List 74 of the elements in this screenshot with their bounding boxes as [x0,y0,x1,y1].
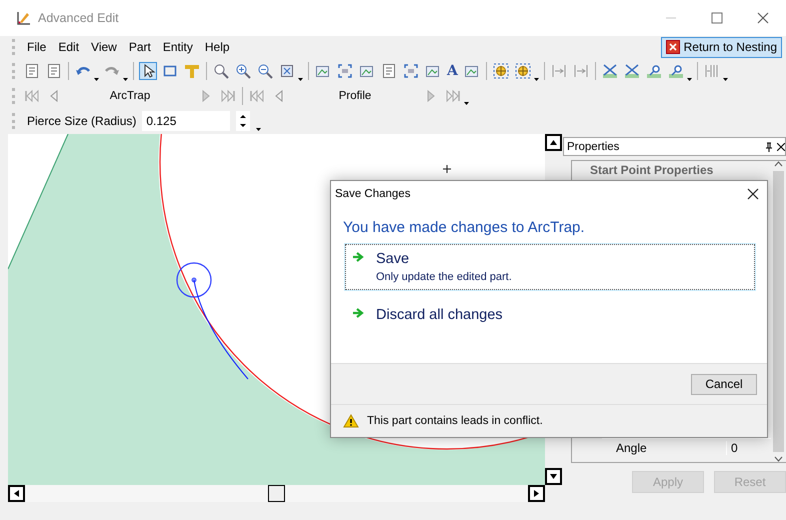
cancel-button[interactable]: Cancel [691,374,757,394]
zoom-window-icon[interactable] [213,63,229,79]
arrow-icon [352,251,364,263]
node-icon[interactable] [668,63,684,79]
cross-icon[interactable] [624,63,640,79]
option-label: Discard all changes [376,307,503,323]
menu-item[interactable]: Help [198,40,236,54]
zoom-out-icon[interactable] [257,63,273,79]
menu-item[interactable]: Edit [52,40,86,54]
caret-icon[interactable] [256,128,262,131]
target-icon[interactable] [514,63,531,79]
panel-title: Properties [567,140,620,152]
arrow-icon [352,307,364,319]
caret-icon[interactable] [686,78,692,81]
section-heading: Start Point Properties [589,162,714,177]
image-icon[interactable] [359,63,375,79]
option-label: Save [376,251,410,267]
property-name: Angle [615,440,648,454]
frame-icon[interactable] [403,63,419,79]
cross-icon [666,40,680,54]
return-to-nesting-button[interactable]: Return to Nesting [660,36,782,58]
caret-icon[interactable] [464,102,469,105]
command-link[interactable]: Save Only update the edited part. [345,244,755,290]
pierce-size-field[interactable]: 0.125 [142,111,230,131]
close-icon[interactable] [747,188,759,200]
scroll-thumb[interactable] [268,485,285,502]
document-icon[interactable] [381,63,397,79]
app-icon [16,10,32,26]
property-value: 0 [726,440,738,454]
scroll-thumb[interactable] [773,171,784,452]
node-icon[interactable] [646,63,662,79]
cross-icon[interactable] [602,63,618,79]
caret-icon[interactable] [123,78,128,81]
pierce-circle [176,262,212,298]
pointer-icon[interactable] [140,63,156,79]
menu-item[interactable]: Part [122,40,157,54]
target-icon[interactable] [492,63,509,79]
dialog-title: Save Changes [335,188,412,200]
navigator-label: Profile [338,90,372,102]
menu-item[interactable]: File [21,40,52,54]
scroll-left-button[interactable] [8,485,25,502]
frame-icon[interactable] [337,63,353,79]
close-icon[interactable] [757,12,769,24]
scroll-up-button[interactable] [545,134,562,151]
caret-icon[interactable] [534,78,539,81]
zoom-fit-icon[interactable] [279,63,295,79]
dialog-heading: You have made changes to ArcTrap. [343,219,586,236]
warning-icon [343,414,359,428]
navigator-label: ArcTrap [108,90,152,102]
window-title: Advanced Edit [38,11,120,25]
document-icon[interactable] [24,63,40,79]
document-icon[interactable] [46,63,62,79]
close-icon[interactable] [777,142,785,150]
image-icon[interactable] [464,63,480,79]
warning-text: This part contains leads in conflict. [367,415,543,427]
menu-item[interactable]: Entity [156,40,199,54]
scroll-down-button[interactable] [545,468,562,485]
image-icon[interactable] [425,63,441,79]
scroll-right-button[interactable] [528,485,545,502]
selection-rectangle-icon[interactable] [162,63,178,79]
maximize-icon[interactable] [711,12,723,24]
scroll-down-icon[interactable] [774,456,783,462]
image-icon[interactable] [315,63,331,79]
caret-icon[interactable] [94,78,99,81]
text-tool-button[interactable]: A [447,63,458,79]
zoom-in-icon[interactable] [235,63,251,79]
caret-icon[interactable] [298,78,303,81]
pin-icon[interactable] [765,142,773,152]
option-description: Only update the edited part. [376,271,512,283]
caret-icon[interactable] [722,78,728,81]
pierce-size-label: Pierce Size (Radius) [27,114,136,128]
scroll-up-icon[interactable] [774,161,783,167]
crosshair-icon [442,164,452,174]
menu-item[interactable]: View [85,40,123,54]
